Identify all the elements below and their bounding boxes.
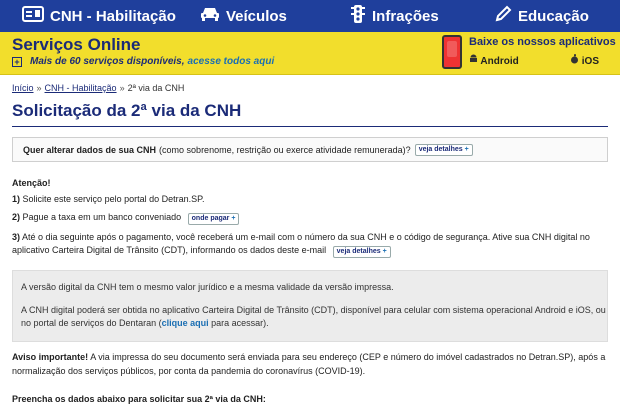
banner-title: Serviços Online	[12, 35, 141, 54]
nav-educacao[interactable]: Educação	[494, 0, 589, 32]
android-label: Android	[480, 56, 519, 67]
nav-cnh-label: CNH - Habilitação	[50, 7, 176, 25]
nav-veiculos[interactable]: Veículos	[200, 0, 287, 32]
plus-icon: +	[464, 145, 469, 153]
nav-infracoes-label: Infrações	[372, 7, 439, 25]
nav-veiculos-label: Veículos	[226, 7, 287, 25]
apple-icon	[570, 54, 582, 67]
services-banner: Serviços Online + Mais de 60 serviços di…	[0, 32, 620, 75]
id-card-icon	[22, 6, 44, 26]
change-data-question: Quer alterar dados de sua CNH	[23, 144, 157, 155]
nav-infracoes[interactable]: Infrações	[350, 0, 439, 32]
change-data-box: Quer alterar dados de sua CNH (como sobr…	[12, 137, 608, 162]
title-divider	[12, 126, 608, 127]
form-instruction: Preencha os dados abaixo para solicitar …	[12, 394, 266, 404]
apps-title: Baixe os nossos aplicativos	[469, 36, 616, 48]
pencil-icon	[494, 5, 512, 27]
info-line-2: A CNH digital poderá ser obtida no aplic…	[21, 305, 606, 315]
access-all-link[interactable]: acesse todos aqui	[188, 56, 275, 67]
breadcrumb-home[interactable]: Início	[12, 83, 34, 93]
step-1: 1) Solicite este serviço pelo portal do …	[12, 194, 205, 204]
step-3-line-2: aplicativo Carteira Digital de Trânsito …	[12, 245, 391, 258]
details-button[interactable]: veja detalhes +	[414, 143, 473, 156]
info-line-1: A versão digital da CNH tem o mesmo valo…	[21, 282, 394, 292]
step-3-line-1: 3) Até o dia seguinte após o pagamento, …	[12, 232, 590, 242]
email-details-button[interactable]: veja detalhes +	[332, 246, 391, 258]
where-to-pay-button[interactable]: onde pagar +	[187, 213, 240, 225]
digital-cnh-info-box: A versão digital da CNH tem o mesmo valo…	[12, 270, 608, 342]
car-icon	[200, 6, 220, 26]
services-count: Mais de 60 serviços disponíveis,	[30, 56, 185, 67]
warning-line-2: normalização dos serviços públicos, por …	[12, 366, 366, 376]
nav-educacao-label: Educação	[518, 7, 589, 25]
page-title: Solicitação da 2ª via da CNH	[12, 101, 242, 120]
android-icon	[469, 54, 480, 67]
step-2: 2) Pague a taxa em um banco conveniado o…	[12, 212, 240, 225]
services-count-line: + Mais de 60 serviços disponíveis, acess…	[12, 56, 274, 67]
traffic-light-icon	[350, 4, 366, 28]
breadcrumb-current: 2ª via da CNH	[127, 83, 185, 93]
click-here-link[interactable]: clique aqui	[162, 318, 209, 328]
apps-promo: Baixe os nossos aplicativos Android iOS	[442, 34, 616, 72]
info-line-3: no portal de serviços do Dentaran (cliqu…	[21, 318, 269, 328]
nav-cnh-habilitacao[interactable]: CNH - Habilitação	[22, 0, 176, 32]
attention-heading: Atenção!	[12, 178, 51, 188]
top-navigation: CNH - Habilitação Veículos Infrações Edu…	[0, 0, 620, 32]
plus-icon: +	[382, 248, 387, 255]
phone-app-icon	[442, 35, 462, 69]
ios-app-link[interactable]: iOS	[570, 54, 599, 67]
breadcrumb-cnh[interactable]: CNH - Habilitação	[45, 83, 117, 93]
change-data-detail: (como sobrenome, restrição ou exerce ati…	[159, 144, 411, 155]
warning-line-1: Aviso importante! A via impressa do seu …	[12, 352, 606, 362]
breadcrumb: Início» CNH - Habilitação» 2ª via da CNH	[12, 83, 185, 93]
plus-box-icon: +	[12, 56, 22, 67]
ios-label: iOS	[581, 56, 600, 67]
plus-icon: +	[231, 215, 236, 222]
android-app-link[interactable]: Android	[469, 54, 519, 67]
